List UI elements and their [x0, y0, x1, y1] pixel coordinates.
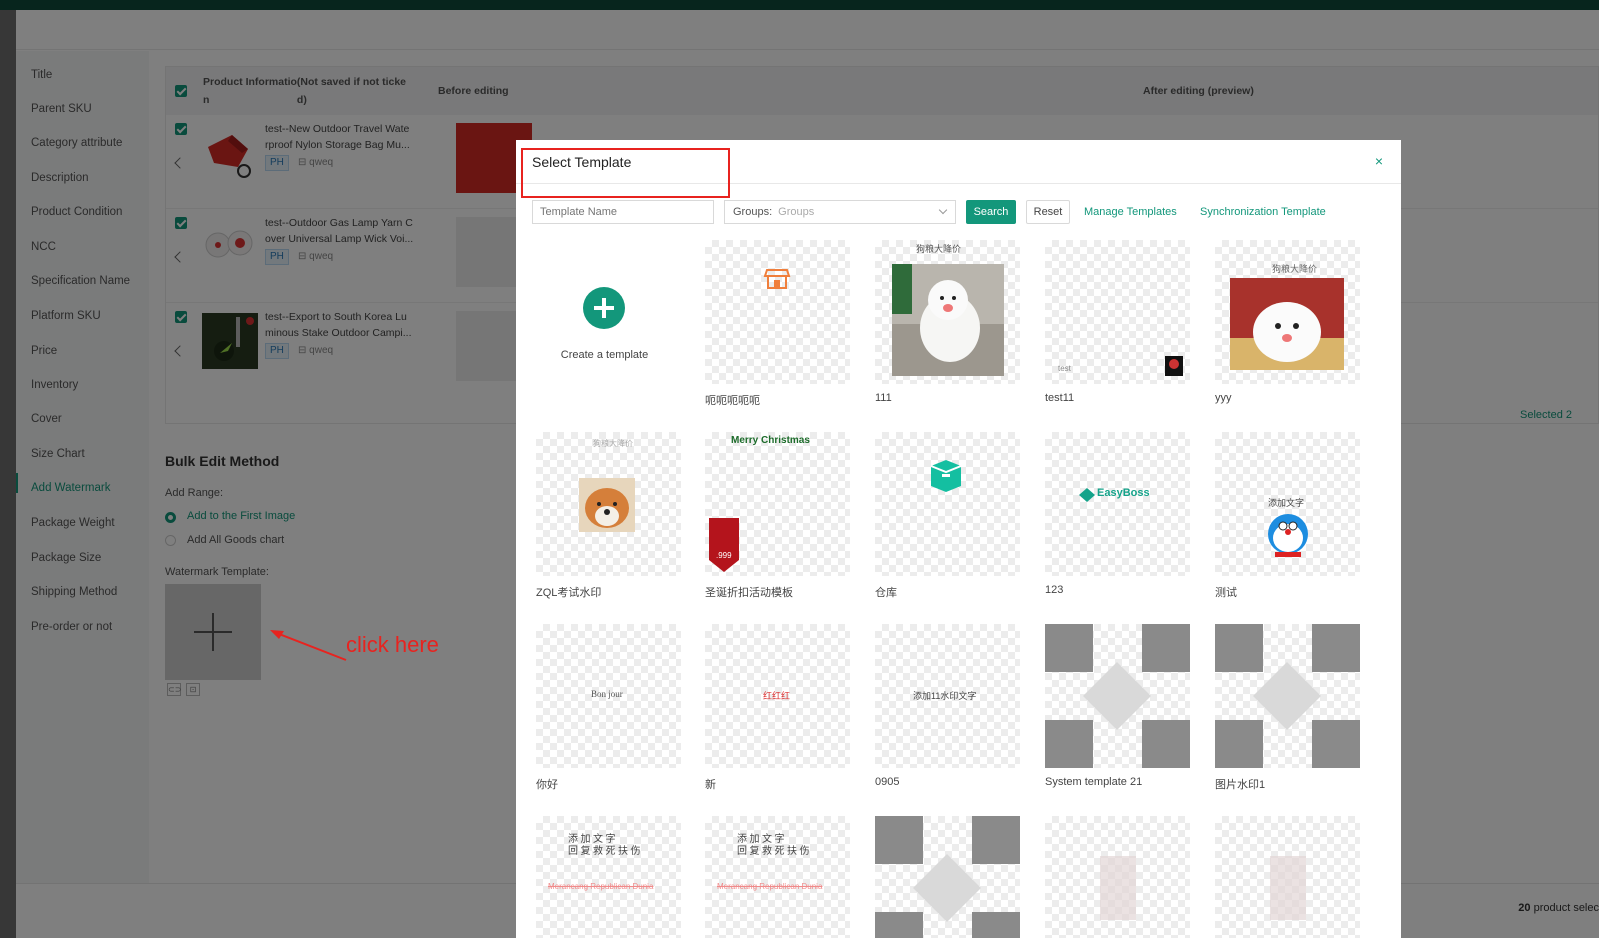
template-preview	[1215, 624, 1360, 768]
template-name: 123	[1045, 584, 1064, 596]
avatar-icon	[1165, 356, 1183, 376]
tshirt-faded-image	[1270, 856, 1306, 920]
watermark-text: test	[1058, 364, 1071, 373]
template-preview	[705, 240, 850, 384]
template-name: 呃呃呃呃呃	[705, 395, 760, 407]
template-preview: 添加文字	[1215, 432, 1360, 576]
template-name: ZQL考试水印	[536, 587, 602, 599]
synchronization-template-link[interactable]: Synchronization Template	[1200, 206, 1326, 218]
template-preview	[1045, 624, 1190, 768]
template-preview: 添加11水印文字	[875, 624, 1020, 768]
easyboss-logo-icon	[1079, 488, 1095, 502]
template-preview: 红红红	[705, 624, 850, 768]
watermark-text: EasyBoss	[1097, 487, 1150, 499]
plus-circle-icon	[583, 287, 625, 329]
template-preview: Bon jour	[536, 624, 681, 768]
christmas-badge-icon	[709, 518, 739, 572]
groups-select[interactable]: Groups: Groups	[724, 200, 956, 224]
watermark-text: 狗粮大降价	[916, 244, 962, 254]
template-name: 图片水印1	[1215, 779, 1266, 791]
template-preview: 添 加 文 字 回 复 救 死 扶 伤 Merancang Republican…	[536, 816, 681, 938]
annotation-arrow-icon	[270, 630, 347, 661]
template-preview: 狗粮大降价	[875, 240, 1020, 384]
create-template-tile[interactable]: Create a template	[532, 240, 677, 384]
select-template-dialog: Select Template × Groups:Groups Search R…	[516, 140, 1401, 938]
watermark-text: 添加11水印文字	[913, 691, 977, 701]
template-preview: EasyBoss	[1045, 432, 1190, 576]
template-name: 111	[875, 392, 892, 404]
search-button[interactable]: Search	[966, 200, 1016, 224]
annotation-highlight-box	[521, 148, 730, 198]
watermark-text-line3: Merancang Republican Dunia	[717, 882, 823, 891]
dog-photo	[892, 264, 1004, 376]
template-name: System template 21	[1045, 776, 1143, 788]
badge-text: .999	[716, 551, 732, 560]
watermark-text-line2: 回 复 救 死 扶 伤	[737, 846, 810, 857]
template-preview: 狗粮大降价	[536, 432, 681, 576]
template-preview: test	[1045, 240, 1190, 384]
doraemon-icon	[1268, 514, 1308, 557]
template-preview: Merry Christmas .999	[705, 432, 850, 576]
template-preview	[1045, 816, 1190, 938]
template-name: 圣诞折扣活动模板	[705, 587, 793, 599]
manage-templates-link[interactable]: Manage Templates	[1084, 206, 1177, 218]
template-preview	[875, 432, 1020, 576]
template-name: 仓库	[875, 587, 897, 599]
groups-placeholder: Groups	[778, 206, 815, 218]
watermark-text-line2: 回 复 救 死 扶 伤	[568, 846, 641, 857]
watermark-text: Merry Christmas	[731, 435, 810, 446]
template-name: 新	[705, 779, 716, 791]
template-preview: 添 加 文 字 回 复 救 死 扶 伤 Merancang Republican…	[705, 816, 850, 938]
template-name: 测试	[1215, 587, 1237, 599]
tshirt-faded-image	[1100, 856, 1136, 920]
store-icon	[763, 269, 791, 289]
template-preview	[1215, 816, 1360, 938]
template-name: test11	[1045, 392, 1075, 404]
watermark-text: Bon jour	[591, 689, 623, 699]
tshirt-grid-image	[1215, 624, 1360, 768]
groups-label: Groups:	[733, 206, 773, 218]
dog-photo	[579, 478, 635, 532]
template-name: yyy	[1215, 392, 1232, 404]
box-icon	[930, 460, 962, 492]
template-preview: 狗粮大降价	[1215, 240, 1360, 384]
template-preview	[875, 816, 1020, 938]
tshirt-grid-image	[875, 816, 1020, 938]
template-name: 你好	[536, 779, 558, 791]
close-icon[interactable]: ×	[1375, 153, 1383, 169]
tshirt-grid-image	[1045, 624, 1190, 768]
watermark-text-line3: Merancang Republican Dunia	[548, 882, 654, 891]
watermark-text: 狗粮大降价	[1272, 264, 1318, 274]
chevron-down-icon	[938, 205, 948, 215]
dog-photo	[1230, 278, 1344, 370]
watermark-text: 红红红	[763, 691, 791, 701]
watermark-text: 狗粮大降价	[593, 439, 633, 448]
reset-button[interactable]: Reset	[1026, 200, 1070, 224]
template-name: 0905	[875, 776, 900, 788]
watermark-text: 添加文字	[1268, 498, 1305, 508]
template-name-input[interactable]	[532, 200, 714, 224]
annotation-click-here: click here	[346, 632, 439, 657]
create-template-label: Create a template	[560, 349, 649, 361]
